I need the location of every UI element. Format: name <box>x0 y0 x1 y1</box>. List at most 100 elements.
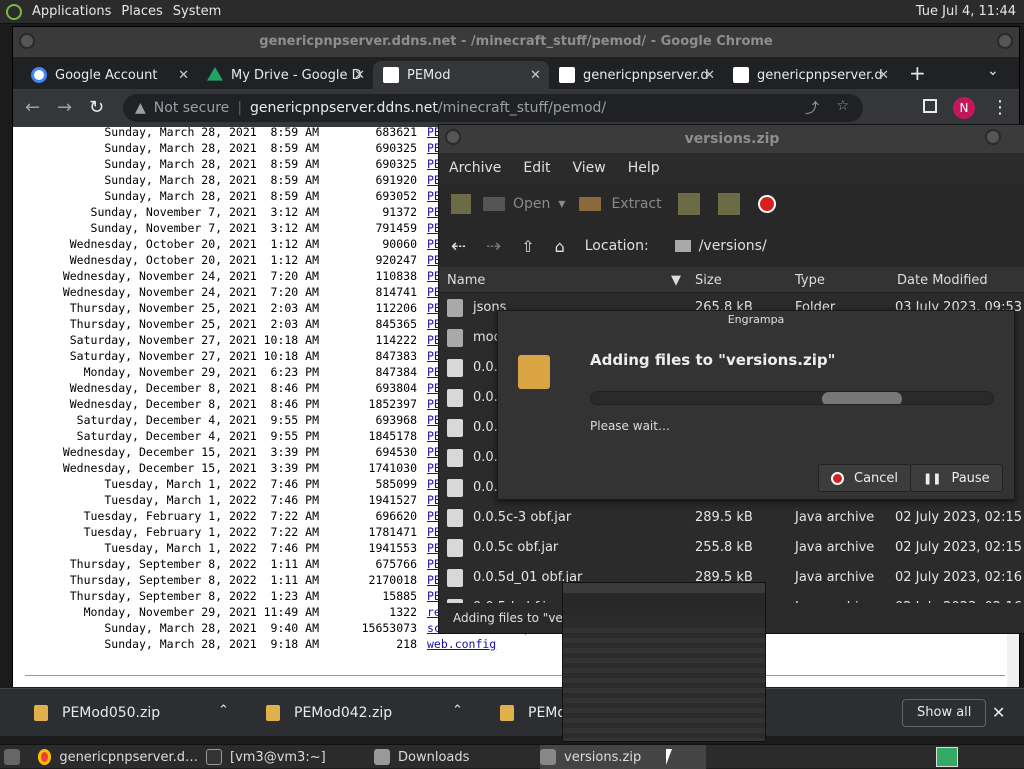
close-tab-icon[interactable]: ✕ <box>178 68 189 83</box>
archive-icon <box>540 749 556 765</box>
sort-arrow-icon[interactable]: ▼ <box>671 273 681 288</box>
chevron-down-icon[interactable]: ▾ <box>558 196 565 212</box>
window-menu-button[interactable] <box>19 33 35 49</box>
listing-size: 1781471 <box>368 525 417 539</box>
window-preview-thumbnail[interactable] <box>562 582 766 742</box>
applications-menu[interactable]: Applications <box>32 4 111 19</box>
show-all-button[interactable]: Show all <box>902 699 987 727</box>
tab-pemod[interactable]: PEMod ✕ <box>373 61 549 89</box>
forward-arrow-icon[interactable]: ⇢ <box>486 236 501 257</box>
listing-size: 114222 <box>375 333 417 347</box>
clock[interactable]: Tue Jul 4, 11:44 <box>916 4 1016 19</box>
open-button[interactable]: Open <box>513 196 550 212</box>
dialog-message: Adding files to "versions.zip" <box>590 351 836 369</box>
show-desktop-button[interactable] <box>4 745 28 769</box>
taskbar: genericpnpserver.d… [vm3@vm3:~] Download… <box>0 744 1024 769</box>
extract-icon[interactable] <box>579 197 602 211</box>
up-arrow-icon[interactable]: ⇧ <box>521 237 534 256</box>
system-menu[interactable]: System <box>173 4 221 19</box>
chevron-up-icon[interactable]: ⌃ <box>218 703 229 718</box>
column-date[interactable]: Date Modified <box>897 273 988 288</box>
cancel-label: Cancel <box>854 470 899 486</box>
taskbar-item-terminal[interactable]: [vm3@vm3:~] <box>206 745 366 769</box>
downloads-bar: PEMod050.zip ⌃ PEMod042.zip ⌃ PEMo Show … <box>0 688 1024 736</box>
new-archive-icon[interactable] <box>451 194 471 214</box>
reload-icon[interactable]: ↻ <box>89 98 104 118</box>
tab-genericpnpserver-2[interactable]: genericpnpserver.d ✕ <box>723 61 897 89</box>
bookmark-star-icon[interactable]: ☆ <box>836 98 849 114</box>
column-type[interactable]: Type <box>795 273 825 288</box>
profile-avatar[interactable]: N <box>953 97 975 119</box>
tab-label: Google Account <box>55 67 158 83</box>
tab-search-chevron-icon[interactable]: ⌄ <box>987 63 999 79</box>
listing-date: Sunday, March 28, 2021 8:59 AM <box>104 141 319 155</box>
stop-icon <box>831 471 844 485</box>
taskbar-item-downloads[interactable]: Downloads <box>374 745 534 769</box>
listing-file-link[interactable]: web.config <box>427 637 496 651</box>
taskbar-label: [vm3@vm3:~] <box>230 749 326 765</box>
back-arrow-icon[interactable]: ⇠ <box>451 236 466 257</box>
listing-size: 15885 <box>382 589 417 603</box>
open-icon[interactable] <box>483 197 505 211</box>
home-icon[interactable]: ⌂ <box>555 237 565 256</box>
listing-date: Thursday, September 8, 2022 1:11 AM <box>69 573 319 587</box>
close-tab-icon[interactable]: ✕ <box>878 68 889 83</box>
pause-button[interactable]: ❚❚ Pause <box>910 464 1003 492</box>
listing-size: 1845178 <box>368 429 417 443</box>
more-menu-icon[interactable]: ⋮ <box>991 97 1009 118</box>
tab-genericpnpserver-1[interactable]: genericpnpserver.d ✕ <box>549 61 723 89</box>
listing-size: 2170018 <box>368 573 417 587</box>
location-value[interactable]: /versions/ <box>699 238 767 254</box>
window-close-button[interactable] <box>997 33 1013 49</box>
listing-size: 1852397 <box>368 397 417 411</box>
archive-name: 0.0.5c obf.jar <box>473 540 559 555</box>
menu-archive[interactable]: Archive <box>449 160 501 176</box>
column-name[interactable]: Name <box>447 273 485 288</box>
places-menu[interactable]: Places <box>121 4 162 19</box>
download-item-pemo[interactable]: PEMo <box>500 701 566 725</box>
column-size[interactable]: Size <box>695 273 722 288</box>
side-panel-icon[interactable] <box>923 99 937 113</box>
close-tab-icon[interactable]: ✕ <box>530 68 541 83</box>
tab-my-drive[interactable]: My Drive - Google D ✕ <box>197 61 373 89</box>
back-arrow-icon[interactable]: ← <box>25 98 40 118</box>
extract-button[interactable]: Extract <box>611 196 661 212</box>
listing-date: Tuesday, February 1, 2022 7:22 AM <box>83 509 319 523</box>
new-tab-button[interactable]: + <box>909 61 926 85</box>
page-icon <box>559 67 575 83</box>
window-menu-button[interactable] <box>445 129 461 145</box>
download-item-pemod050[interactable]: PEMod050.zip <box>34 701 160 725</box>
menu-view[interactable]: View <box>573 160 606 176</box>
taskbar-item-versions-zip[interactable]: versions.zip <box>540 745 706 769</box>
close-downloads-icon[interactable]: ✕ <box>992 703 1005 722</box>
close-tab-icon[interactable]: ✕ <box>704 68 715 83</box>
menu-edit[interactable]: Edit <box>523 160 550 176</box>
download-item-pemod042[interactable]: PEMod042.zip <box>266 701 392 725</box>
warning-triangle-icon[interactable]: ▲ <box>135 100 146 116</box>
listing-date: Sunday, March 28, 2021 8:59 AM <box>104 189 319 203</box>
tab-google-account[interactable]: Google Account ✕ <box>21 61 197 89</box>
menu-help[interactable]: Help <box>628 160 660 176</box>
taskbar-item-chrome[interactable]: genericpnpserver.d… <box>38 745 198 769</box>
chevron-up-icon[interactable]: ⌃ <box>452 703 463 718</box>
listing-date: Wednesday, December 15, 2021 3:39 PM <box>62 445 319 459</box>
share-icon[interactable]: ⤴ <box>805 98 819 118</box>
workspace-switcher[interactable] <box>936 747 958 767</box>
address-bar[interactable]: ▲ Not secure | genericpnpserver.ddns.net… <box>123 94 863 122</box>
cancel-button[interactable]: Cancel <box>818 464 912 492</box>
add-files-icon[interactable] <box>677 193 700 215</box>
add-folder-icon[interactable] <box>717 193 740 215</box>
archive-file-row[interactable]: 0.0.5c-3 obf.jar 289.5 kB Java archive 02 J… <box>439 503 1024 533</box>
stop-icon[interactable] <box>757 195 776 213</box>
taskbar-label: genericpnpserver.d… <box>59 749 198 765</box>
close-tab-icon[interactable]: ✕ <box>354 68 365 83</box>
download-name: PEMo <box>528 705 566 721</box>
forward-arrow-icon[interactable]: → <box>57 98 72 118</box>
security-label[interactable]: Not secure <box>154 100 230 116</box>
window-minimize-button[interactable] <box>985 129 1001 145</box>
desktop-icon <box>4 749 20 765</box>
mate-logo-icon[interactable] <box>6 3 22 20</box>
listing-date: Sunday, November 7, 2021 3:12 AM <box>90 221 319 235</box>
archive-file-row[interactable]: 0.0.5c obf.jar 255.8 kB Java archive 02 Jul… <box>439 533 1024 563</box>
zip-file-icon <box>500 705 514 721</box>
